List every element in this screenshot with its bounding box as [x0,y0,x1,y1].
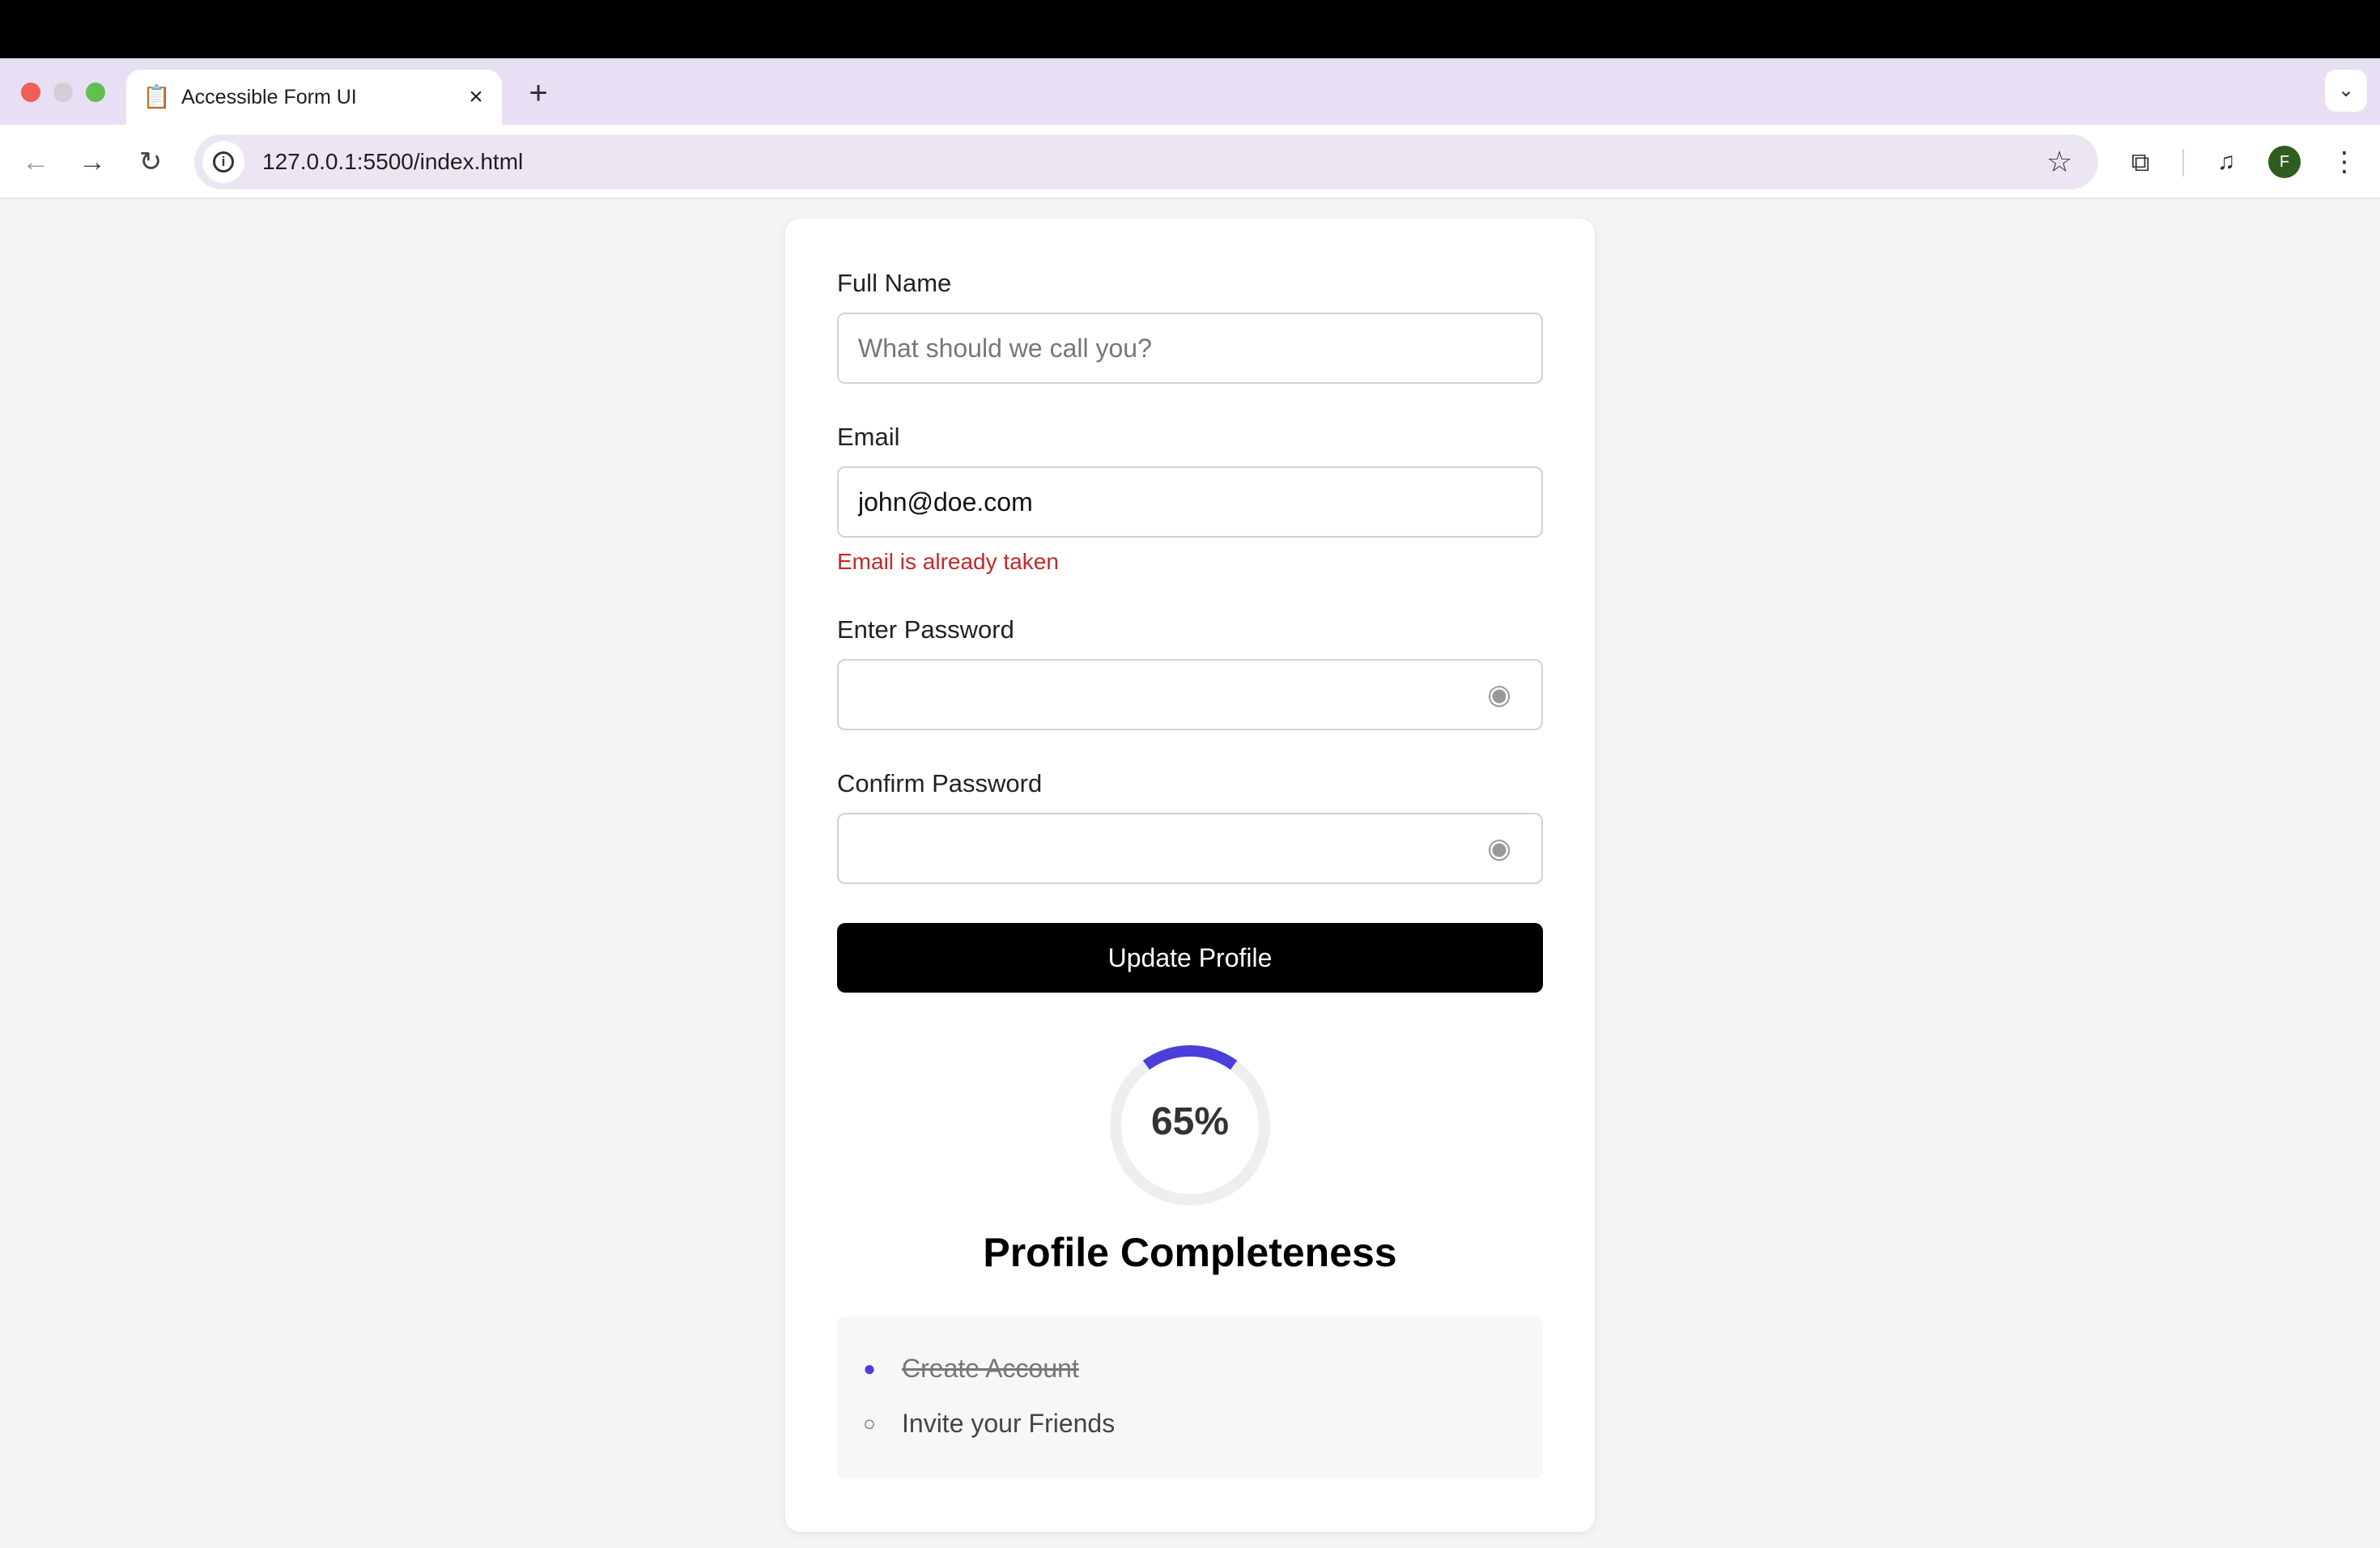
url-text[interactable]: 127.0.0.1:5500/index.html [262,149,2038,175]
profile-completeness-percent: 65% [1150,1100,1230,1143]
checklist-item: ○ Invite your Friends [837,1409,1115,1439]
browser-tab[interactable]: 📋 Accessible Form UI × [126,70,502,125]
close-tab-icon[interactable]: × [460,81,492,113]
update-profile-button[interactable]: Update Profile [837,923,1543,993]
toolbar-divider [2182,149,2184,176]
profile-avatar[interactable]: F [2268,146,2301,178]
show-password-eye-icon[interactable]: ◉ [1483,678,1515,711]
address-bar[interactable]: i 127.0.0.1:5500/index.html ☆ [194,134,2098,189]
password-input[interactable] [837,659,1543,730]
reload-button[interactable]: ↻ [130,141,172,183]
browser-menu-icon[interactable]: ⋮ [2323,141,2365,183]
checklist-item: ● Create Account [837,1354,1079,1384]
pending-bullet-icon: ○ [863,1411,876,1435]
browser-toolbar: ← → ↻ i 127.0.0.1:5500/index.html ☆ ⧉ ♫ … [0,125,2380,199]
full-name-input[interactable] [837,313,1543,384]
profile-form-card: Full Name Email Email is already taken E… [785,219,1595,1532]
email-error-message: Email is already taken [837,549,1059,574]
maximize-window-button[interactable] [86,83,105,102]
close-window-button[interactable] [21,83,40,102]
tab-strip: 📋 Accessible Form UI × + ⌄ [0,58,2380,125]
os-menubar [0,0,2380,58]
bookmark-star-icon[interactable]: ☆ [2038,141,2080,183]
clipboard-icon: 📋 [142,84,171,109]
full-name-label: Full Name [837,269,952,297]
extensions-icon[interactable]: ⧉ [2119,141,2161,183]
checklist-item-text: Create Account [902,1354,1079,1383]
minimize-window-button[interactable] [53,83,73,102]
info-icon: i [213,151,234,172]
profile-completeness-title: Profile Completeness [983,1230,1397,1275]
confirm-password-input[interactable] [837,813,1543,884]
email-label: Email [837,423,900,451]
confirm-password-label: Confirm Password [837,769,1043,797]
email-input[interactable] [837,466,1543,538]
site-info-button[interactable]: i [202,141,244,183]
forward-button[interactable]: → [71,141,113,183]
completed-bullet-icon: ● [863,1356,876,1380]
tab-search-button[interactable]: ⌄ [2325,70,2367,112]
media-control-icon[interactable]: ♫ [2205,141,2247,183]
show-confirm-password-eye-icon[interactable]: ◉ [1483,832,1515,865]
back-button[interactable]: ← [15,141,57,183]
tab-title: Accessible Form UI [181,85,357,108]
completeness-checklist: ● Create Account ○ Invite your Friends [837,1316,1543,1478]
new-tab-button[interactable]: + [518,73,559,113]
checklist-item-text: Invite your Friends [902,1409,1116,1438]
password-label: Enter Password [837,615,1014,644]
